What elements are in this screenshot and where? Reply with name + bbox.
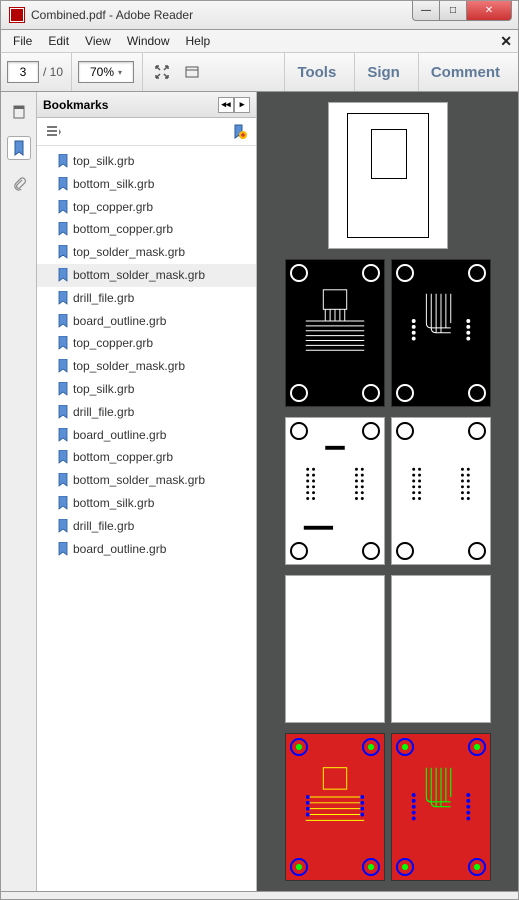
window-titlebar: Combined.pdf - Adobe Reader ― □ ✕ — [0, 0, 519, 30]
bookmarks-prev-button[interactable]: ◂◂ — [218, 97, 234, 113]
bookmark-icon — [57, 382, 69, 396]
window-minimize-button[interactable]: ― — [412, 1, 440, 21]
pdf-page — [285, 575, 385, 723]
fit-page-button[interactable] — [149, 59, 175, 85]
menu-window[interactable]: Window — [119, 32, 178, 50]
window-resize-grip[interactable] — [0, 892, 519, 900]
bookmark-icon — [57, 496, 69, 510]
bookmark-icon — [57, 314, 69, 328]
bookmark-item[interactable]: top_copper.grb — [37, 196, 256, 219]
bookmark-label: bottom_solder_mask.grb — [73, 472, 205, 489]
bookmark-label: top_silk.grb — [73, 381, 134, 398]
bookmark-item[interactable]: top_solder_mask.grb — [37, 241, 256, 264]
bookmark-icon — [57, 542, 69, 556]
bookmark-icon — [57, 245, 69, 259]
bookmark-item[interactable]: board_outline.grb — [37, 538, 256, 561]
page-number-input[interactable]: 3 — [7, 61, 39, 83]
comment-button[interactable]: Comment — [418, 53, 512, 91]
bookmark-label: drill_file.grb — [73, 518, 134, 535]
bookmarks-title: Bookmarks — [43, 98, 108, 112]
bookmark-icon — [57, 519, 69, 533]
window-close-button[interactable]: ✕ — [466, 1, 512, 21]
bookmark-icon — [57, 154, 69, 168]
bookmark-label: bottom_silk.grb — [73, 176, 154, 193]
bookmark-item[interactable]: bottom_solder_mask.grb — [37, 264, 256, 287]
bookmark-icon — [57, 177, 69, 191]
bookmark-item[interactable]: top_silk.grb — [37, 378, 256, 401]
pdf-page — [391, 733, 491, 881]
bookmark-icon — [57, 336, 69, 350]
bookmark-item[interactable]: drill_file.grb — [37, 401, 256, 424]
bookmark-item[interactable]: drill_file.grb — [37, 287, 256, 310]
bookmark-item[interactable]: bottom_copper.grb — [37, 218, 256, 241]
bookmark-icon — [57, 405, 69, 419]
pdf-page — [391, 259, 491, 407]
bookmarks-options-button[interactable] — [43, 122, 65, 142]
read-mode-button[interactable] — [179, 59, 205, 85]
menu-bar: File Edit View Window Help ✕ — [0, 30, 519, 52]
bookmark-item[interactable]: top_solder_mask.grb — [37, 355, 256, 378]
bookmark-icon — [57, 268, 69, 282]
bookmark-label: drill_file.grb — [73, 290, 134, 307]
bookmark-icon — [57, 359, 69, 373]
bookmark-label: board_outline.grb — [73, 427, 166, 444]
bookmark-label: bottom_silk.grb — [73, 495, 154, 512]
pdf-page — [285, 417, 385, 565]
bookmark-icon — [57, 222, 69, 236]
navigation-tabs — [1, 92, 37, 891]
bookmark-label: board_outline.grb — [73, 541, 166, 558]
sign-button[interactable]: Sign — [354, 53, 412, 91]
bookmarks-next-button[interactable]: ▸ — [234, 97, 250, 113]
pdf-page — [285, 733, 385, 881]
bookmark-label: bottom_solder_mask.grb — [73, 267, 205, 284]
toolbar: 3 / 10 70% Tools Sign Comment — [0, 52, 519, 92]
attachments-tab[interactable] — [7, 172, 31, 196]
menu-view[interactable]: View — [77, 32, 119, 50]
bookmark-item[interactable]: board_outline.grb — [37, 310, 256, 333]
bookmarks-header: Bookmarks ◂◂ ▸ — [37, 92, 256, 118]
pdf-page — [391, 417, 491, 565]
bookmark-label: board_outline.grb — [73, 313, 166, 330]
bookmark-icon — [57, 291, 69, 305]
page-total-label: / 10 — [43, 65, 63, 79]
zoom-select[interactable]: 70% — [78, 61, 134, 83]
bookmark-label: top_copper.grb — [73, 199, 153, 216]
adobe-reader-icon — [9, 7, 25, 23]
bookmark-item[interactable]: bottom_silk.grb — [37, 173, 256, 196]
bookmark-item[interactable]: bottom_silk.grb — [37, 492, 256, 515]
bookmark-icon — [57, 428, 69, 442]
bookmark-item[interactable]: bottom_solder_mask.grb — [37, 469, 256, 492]
bookmark-item[interactable]: drill_file.grb — [37, 515, 256, 538]
bookmarks-panel: Bookmarks ◂◂ ▸ top_silk.grb bottom_silk.g… — [37, 92, 257, 891]
window-maximize-button[interactable]: □ — [439, 1, 467, 21]
pdf-page — [391, 575, 491, 723]
thumbnails-tab[interactable] — [7, 100, 31, 124]
menu-edit[interactable]: Edit — [40, 32, 77, 50]
bookmark-label: top_solder_mask.grb — [73, 358, 185, 375]
bookmarks-toolbar — [37, 118, 256, 146]
close-document-button[interactable]: ✕ — [500, 33, 512, 50]
bookmark-item[interactable]: bottom_copper.grb — [37, 446, 256, 469]
menu-help[interactable]: Help — [178, 32, 219, 50]
bookmark-item[interactable]: board_outline.grb — [37, 424, 256, 447]
bookmarks-tab[interactable] — [7, 136, 31, 160]
bookmark-item[interactable]: top_silk.grb — [37, 150, 256, 173]
pdf-page — [328, 102, 448, 249]
bookmarks-list: top_silk.grb bottom_silk.grb top_copper.gr… — [37, 146, 256, 891]
bookmark-label: bottom_copper.grb — [73, 449, 173, 466]
bookmark-item[interactable]: top_copper.grb — [37, 332, 256, 355]
tools-button[interactable]: Tools — [284, 53, 348, 91]
new-bookmark-button[interactable] — [228, 122, 250, 142]
pdf-page — [285, 259, 385, 407]
bookmark-icon — [57, 450, 69, 464]
bookmark-label: drill_file.grb — [73, 404, 134, 421]
bookmark-label: top_solder_mask.grb — [73, 244, 185, 261]
menu-file[interactable]: File — [5, 32, 40, 50]
document-view[interactable] — [257, 92, 518, 891]
bookmark-label: bottom_copper.grb — [73, 221, 173, 238]
bookmark-icon — [57, 200, 69, 214]
bookmark-label: top_copper.grb — [73, 335, 153, 352]
bookmark-icon — [57, 473, 69, 487]
bookmark-label: top_silk.grb — [73, 153, 134, 170]
